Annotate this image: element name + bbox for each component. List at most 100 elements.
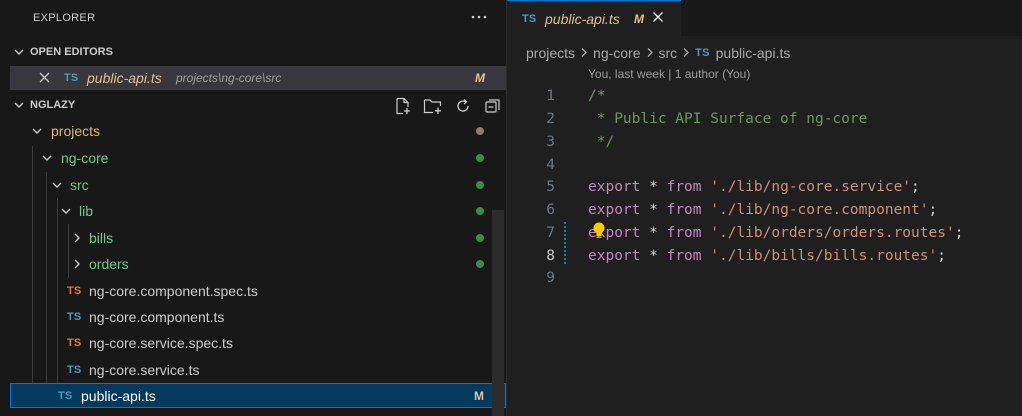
keyword-from: from xyxy=(666,224,702,241)
code-comment: /* xyxy=(588,87,606,104)
tab-filename: public-api.ts xyxy=(545,10,620,27)
chevron-down-icon xyxy=(50,178,64,192)
typescript-file-icon: TS xyxy=(695,47,710,59)
tree-label: public-api.ts xyxy=(81,387,156,404)
chevron-down-icon xyxy=(0,99,30,111)
open-editor-path: projects\ng-core\src xyxy=(176,71,282,85)
code-line[interactable]: 1 /* xyxy=(507,84,1022,107)
git-status-dot xyxy=(476,154,484,162)
tree-folder-ng-core[interactable]: ng-core xyxy=(0,145,490,171)
code-text: export * from './lib/bills/bills.routes'… xyxy=(588,248,946,264)
tree-file[interactable]: TS ng-core.component.spec.ts xyxy=(0,278,490,304)
breadcrumb-item[interactable]: src xyxy=(659,45,678,61)
new-folder-icon[interactable] xyxy=(422,95,444,117)
operator: * xyxy=(640,247,667,264)
open-editors-section-header[interactable]: OPEN EDITORS xyxy=(0,40,506,64)
tab-public-api[interactable]: TS public-api.ts M xyxy=(507,0,681,36)
code-line[interactable]: 4 xyxy=(507,153,1022,176)
code-line[interactable]: 2 * Public API Surface of ng-core xyxy=(507,107,1022,130)
chevron-right-icon xyxy=(646,45,654,61)
tree-file[interactable]: TS ng-core.service.ts xyxy=(0,357,490,383)
tree-folder-src[interactable]: src xyxy=(0,172,490,198)
chevron-down-icon xyxy=(59,204,73,218)
editor-area: TS public-api.ts M projects ng-core src … xyxy=(507,0,1022,416)
keyword-export: export xyxy=(588,201,641,218)
chevron-right-icon xyxy=(682,45,690,61)
ellipsis-icon[interactable] xyxy=(468,6,490,28)
typescript-file-icon: TS xyxy=(64,72,79,84)
line-number: 9 xyxy=(546,269,555,286)
open-editors-heading: OPEN EDITORS xyxy=(30,46,113,58)
code-line[interactable]: 5 export * from './lib/ng-core.service'; xyxy=(507,175,1022,198)
new-file-icon[interactable] xyxy=(392,95,414,117)
breadcrumb-item[interactable]: ng-core xyxy=(593,45,640,61)
string-literal: './lib/orders/orders.routes' xyxy=(710,224,955,241)
operator: * xyxy=(640,201,667,218)
chevron-right-icon xyxy=(70,231,84,245)
git-blame-codelens[interactable]: You, last week | 1 author (You) xyxy=(588,67,750,81)
tree-folder-orders[interactable]: orders xyxy=(0,251,490,277)
operator: * xyxy=(640,178,667,195)
breadcrumb-item[interactable]: projects xyxy=(526,45,575,61)
keyword-export: export xyxy=(588,247,641,264)
line-number: 7 xyxy=(546,224,555,241)
typescript-file-icon: TS xyxy=(67,337,82,349)
tree-file[interactable]: TS ng-core.component.ts xyxy=(0,304,490,330)
code-line[interactable]: 6 export * from './lib/ng-core.component… xyxy=(507,198,1022,221)
code-text: export * from './lib/ng-core.service'; xyxy=(588,179,920,195)
tree-file[interactable]: TS ng-core.service.spec.ts xyxy=(0,330,490,356)
lightbulb-icon[interactable] xyxy=(591,221,607,241)
tree-folder-bills[interactable]: bills xyxy=(0,225,490,251)
tab-bar: TS public-api.ts M xyxy=(507,0,1022,36)
string-literal: './lib/bills/bills.routes' xyxy=(710,247,938,264)
line-number: 8 xyxy=(546,247,555,264)
explorer-title: EXPLORER xyxy=(33,12,96,24)
tree-label: ng-core.service.ts xyxy=(89,362,200,378)
code-comment: */ xyxy=(588,133,615,150)
code-line[interactable]: 9 xyxy=(507,266,1022,289)
close-icon[interactable] xyxy=(39,70,50,86)
semicolon: ; xyxy=(954,224,964,241)
chevron-down-icon xyxy=(40,151,54,165)
modified-badge: M xyxy=(475,71,485,85)
line-number: 1 xyxy=(546,87,555,104)
open-editor-filename: public-api.ts xyxy=(87,70,162,86)
keyword-from: from xyxy=(666,201,702,218)
tree-folder-projects[interactable]: projects xyxy=(0,118,490,144)
tree-label: ng-core.component.ts xyxy=(89,309,225,325)
tree-file-selected[interactable]: TS public-api.ts M xyxy=(10,383,506,408)
git-modified-gutter[interactable] xyxy=(564,222,566,264)
tree-label: projects xyxy=(51,123,101,139)
git-status-dot xyxy=(476,181,484,189)
tree-folder-lib[interactable]: lib xyxy=(0,198,490,224)
tree-label: ng-core.component.spec.ts xyxy=(89,283,258,299)
typescript-file-icon: TS xyxy=(58,389,73,402)
semicolon: ; xyxy=(928,201,938,218)
string-literal: './lib/ng-core.service' xyxy=(710,178,912,195)
open-editor-item[interactable]: TS public-api.ts projects\ng-core\src M xyxy=(10,66,506,90)
keyword-export: export xyxy=(588,178,641,195)
code-line-current[interactable]: 8 export * from './lib/bills/bills.route… xyxy=(507,244,1022,267)
typescript-file-icon: TS xyxy=(522,12,537,25)
refresh-icon[interactable] xyxy=(452,95,474,117)
keyword-from: from xyxy=(666,247,702,264)
explorer-sidebar: EXPLORER OPEN EDITORS TS public-api.ts p… xyxy=(0,0,506,416)
explorer-header: EXPLORER xyxy=(0,0,506,36)
code-text: export * from './lib/orders/orders.route… xyxy=(588,225,963,241)
close-icon[interactable] xyxy=(652,10,664,27)
git-status-dot xyxy=(476,127,484,135)
modified-badge: M xyxy=(634,11,644,26)
git-status-dot xyxy=(476,234,484,242)
chevron-down-icon xyxy=(30,124,44,138)
chevron-down-icon xyxy=(0,46,30,58)
collapse-all-icon[interactable] xyxy=(482,95,504,117)
breadcrumb-item[interactable]: public-api.ts xyxy=(716,45,791,61)
code-line[interactable]: 3 */ xyxy=(507,130,1022,153)
line-number: 2 xyxy=(546,110,555,127)
typescript-file-icon: TS xyxy=(67,311,82,323)
explorer-scrollbar[interactable] xyxy=(492,210,504,416)
code-line[interactable]: 7 export * from './lib/orders/orders.rou… xyxy=(507,221,1022,244)
